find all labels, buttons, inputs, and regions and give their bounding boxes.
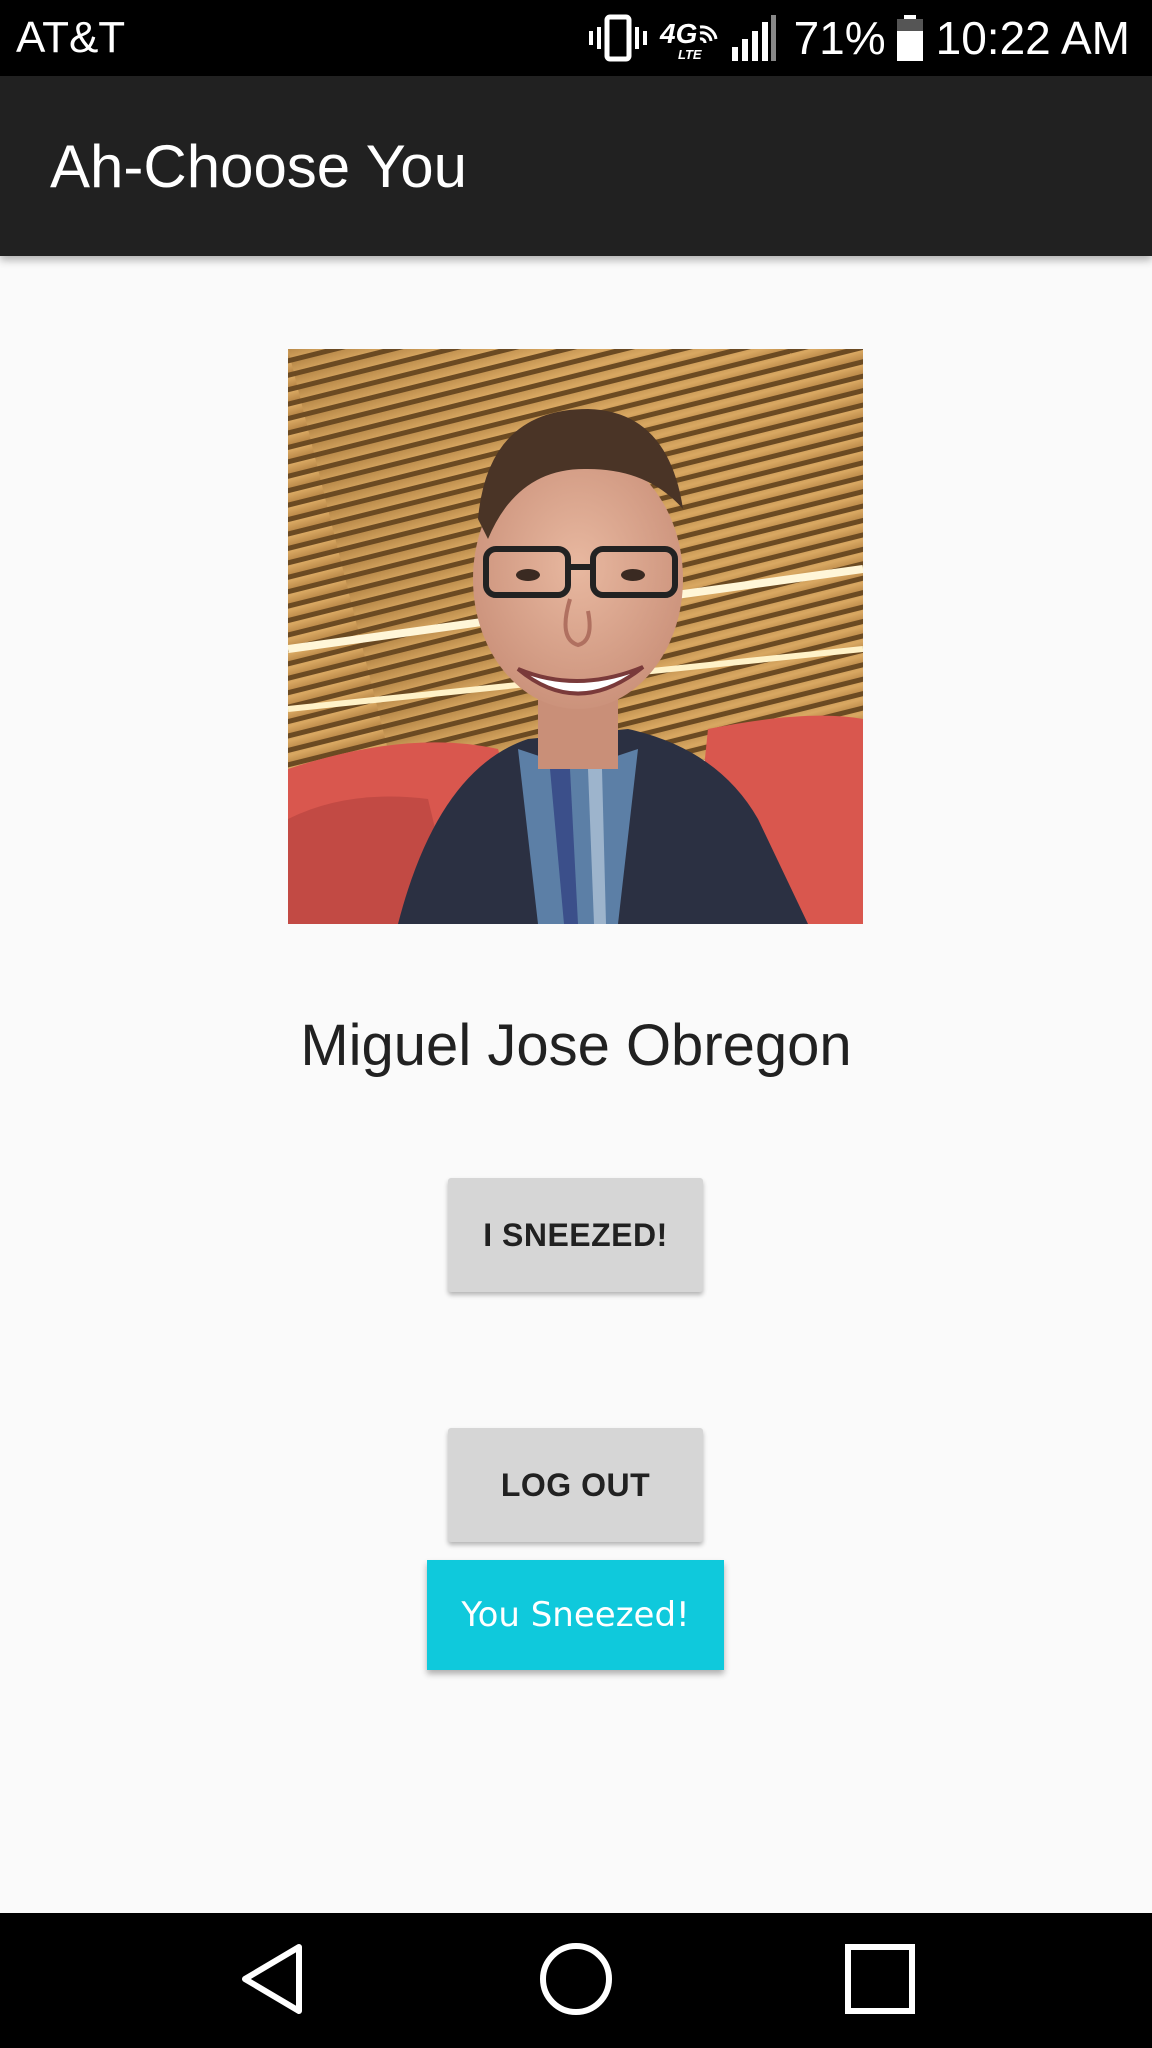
- sneeze-button[interactable]: I SNEEZED!: [448, 1178, 703, 1292]
- svg-text:4G: 4G: [659, 18, 697, 49]
- recents-icon: [840, 1939, 920, 2023]
- carrier-label: AT&T: [16, 13, 126, 62]
- 4g-lte-icon: 4G LTE: [658, 13, 720, 63]
- recents-button[interactable]: [800, 1913, 960, 2048]
- navigation-bar: [0, 1913, 1152, 2048]
- main-content: Miguel Jose Obregon I SNEEZED! LOG OUT Y…: [0, 256, 1152, 1913]
- battery-percent: 71%: [793, 12, 886, 64]
- back-button[interactable]: [192, 1913, 352, 2048]
- profile-photo: [288, 349, 863, 924]
- home-button[interactable]: [496, 1913, 656, 2048]
- vibrate-icon: [588, 13, 648, 63]
- logout-button[interactable]: LOG OUT: [448, 1428, 703, 1542]
- app-title: Ah-Choose You: [50, 132, 468, 200]
- signal-icon: [730, 13, 778, 63]
- profile-name: Miguel Jose Obregon: [300, 1013, 852, 1078]
- svg-text:LTE: LTE: [678, 47, 702, 62]
- toast-message: You Sneezed!: [427, 1560, 724, 1670]
- battery-icon: [896, 13, 924, 63]
- back-icon: [237, 1939, 307, 2023]
- clock: 10:22 AM: [935, 12, 1130, 64]
- app-bar: Ah-Choose You: [0, 76, 1152, 256]
- status-bar: AT&T 4G LTE 71% 10:22 AM: [0, 0, 1152, 76]
- home-icon: [536, 1939, 616, 2023]
- status-icons: 4G LTE 71% 10:22 AM: [588, 8, 1130, 68]
